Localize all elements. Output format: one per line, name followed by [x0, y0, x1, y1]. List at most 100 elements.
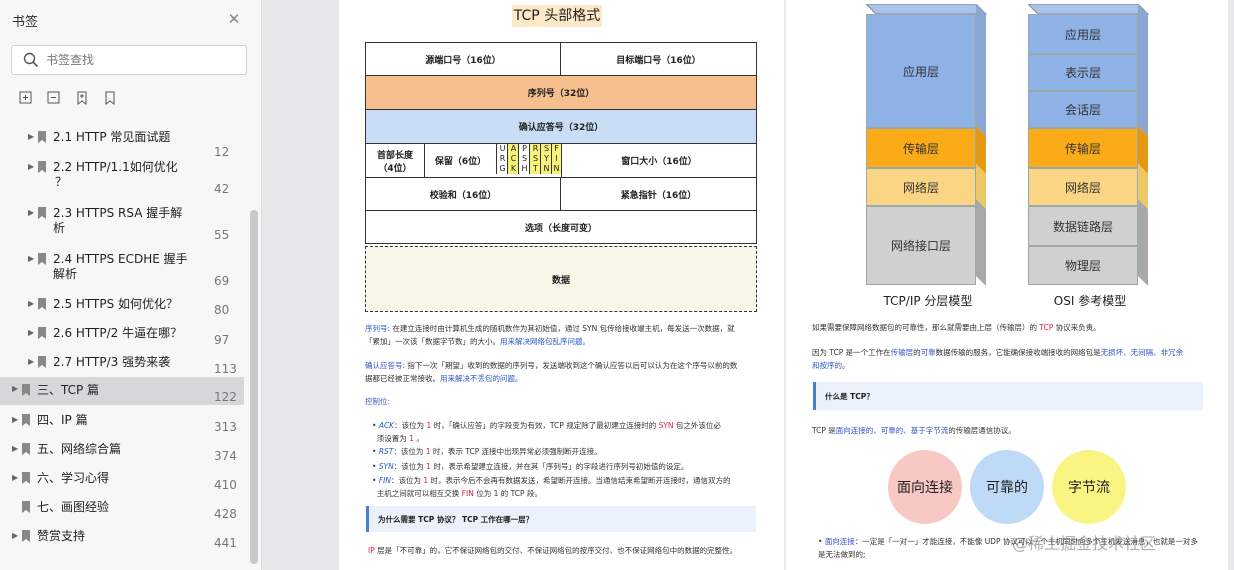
- toc-item[interactable]: ▶ 2.2 HTTP/1.1如何优化 ？ 42: [0, 160, 250, 200]
- expand-arrow-icon[interactable]: ▶: [12, 385, 20, 393]
- bookmark-icon: [22, 472, 30, 484]
- page2-paragraph-2: 因为 TCP 是一个工作在传输层的可靠数据传输的服务，它能确保接收端接收的网络包…: [812, 348, 1184, 370]
- control-bits-heading: 控制位:: [365, 397, 391, 406]
- expand-arrow-icon[interactable]: ▶: [28, 255, 36, 263]
- osi-layer-network: 网络层: [1028, 168, 1138, 206]
- window-field: 窗口大小（16位）: [561, 143, 757, 178]
- expand-arrow-icon[interactable]: ▶: [28, 163, 36, 171]
- bookmark-icon: [22, 530, 30, 542]
- toc-page-number: 69: [214, 274, 230, 288]
- osi-caption: OSI 参考模型: [1053, 294, 1127, 308]
- expand-arrow-icon[interactable]: ▶: [28, 329, 36, 337]
- toc-label: 2.4 HTTPS ECDHE 握手: [53, 252, 188, 266]
- toc-item[interactable]: ▶ 五、网络综合篇 374: [0, 442, 250, 467]
- src-port-field: 源端口号（16位）: [365, 42, 561, 76]
- tcpip-caption: TCP/IP 分层模型: [883, 294, 973, 308]
- toc-page-number: 313: [214, 420, 237, 434]
- data-field: 数据: [365, 246, 757, 312]
- osi-layer-session: 会话层: [1028, 91, 1138, 128]
- bookmark-icon: [38, 298, 46, 310]
- pdf-reader: 书签 ✕ ▶: [0, 0, 1234, 570]
- bookmark-icon: [22, 414, 30, 426]
- toc-label-cont: ？: [55, 175, 68, 189]
- toc-page-number: 42: [214, 182, 230, 196]
- toc-page-number: 374: [214, 449, 237, 463]
- toc-page-number: 55: [214, 228, 230, 242]
- toc-label: 2.1 HTTP 常见面试题: [53, 130, 171, 144]
- collapse-all-icon[interactable]: [46, 90, 62, 106]
- expand-arrow-icon[interactable]: ▶: [28, 133, 36, 141]
- toc-label: 七、画图经验: [37, 500, 110, 514]
- bullet-fin: • FIN：该位为 1 时，表示今后不会再有数据发送，希望断开连接。当通信结束希…: [372, 476, 731, 498]
- ack-field: 确认应答号（32位）: [365, 109, 757, 144]
- options-field: 选项（长度可变）: [365, 210, 757, 244]
- toc-item[interactable]: ▶ 2.4 HTTPS ECDHE 握手 解析 69: [0, 252, 250, 292]
- bookmark-icon: [38, 207, 46, 219]
- tcpip-layer-network: 网络层: [866, 168, 976, 206]
- bookmark-icon: [22, 501, 30, 513]
- toc-label: 2.3 HTTPS RSA 握手解: [53, 206, 183, 220]
- ip-description: IP 层是「不可靠」的，它不保证网络包的交付、不保证网络包的按序交付、也不保证网…: [368, 546, 738, 555]
- bookmark-icon: [38, 253, 46, 265]
- page2-paragraph-3: TCP 是面向连接的、可靠的、基于字节流的传输层通信协议。: [812, 426, 1016, 435]
- expand-arrow-icon[interactable]: ▶: [12, 416, 20, 424]
- toc-page-number: 122: [214, 390, 237, 404]
- osi-layer-physical: 物理层: [1028, 246, 1138, 285]
- toc-page-number: 428: [214, 507, 237, 521]
- add-bookmark-icon[interactable]: [74, 90, 90, 106]
- bookmark-toolbar: [18, 90, 118, 106]
- expand-arrow-icon[interactable]: ▶: [28, 300, 36, 308]
- close-icon[interactable]: ✕: [227, 12, 241, 27]
- toc-label-cont: 解析: [53, 267, 78, 281]
- bookmark-icon[interactable]: [102, 90, 118, 106]
- bookmark-sidebar: 书签 ✕ ▶: [0, 0, 262, 570]
- expand-arrow-icon[interactable]: ▶: [28, 209, 36, 217]
- callout-why-tcp: 为什么需要 TCP 协议？ TCP 工作在哪一层？: [366, 506, 756, 532]
- toc-page-number: 12: [214, 145, 230, 159]
- toc-item-selected[interactable]: ▶ 三、TCP 篇 122: [0, 377, 244, 405]
- bookmark-search-input[interactable]: [46, 50, 236, 70]
- toc-label: 2.7 HTTP/3 强势来袭: [53, 355, 171, 369]
- bookmark-icon: [22, 443, 30, 455]
- tcpip-layer-link: 网络接口层: [866, 206, 976, 285]
- toc-item[interactable]: 七、画图经验 428: [0, 500, 250, 525]
- toc-item[interactable]: ▶ 六、学习心得 410: [0, 471, 250, 496]
- urgent-field: 紧急指针（16位）: [560, 177, 757, 211]
- hdr-len-label: 首部长度: [376, 150, 413, 161]
- toc-page-number: 410: [214, 478, 237, 492]
- reserved-field: 保留（6位）: [424, 143, 497, 178]
- toc-item[interactable]: ▶ 赞赏支持 441: [0, 529, 250, 554]
- toc-item[interactable]: ▶ 2.5 HTTPS 如何优化？ 80: [0, 297, 250, 322]
- toc-item[interactable]: ▶ 2.1 HTTP 常见面试题 12: [0, 130, 250, 159]
- toc-item[interactable]: ▶ 2.6 HTTP/2 牛逼在哪？ 97: [0, 326, 250, 351]
- expand-all-icon[interactable]: [18, 90, 34, 106]
- toc-label-cont: 析: [53, 221, 66, 235]
- toc-label: 赞赏支持: [37, 529, 86, 543]
- toc-label: 2.6 HTTP/2 牛逼在哪？: [53, 326, 183, 340]
- toc-page-number: 97: [214, 333, 230, 347]
- expand-arrow-icon[interactable]: ▶: [12, 445, 20, 453]
- page2-paragraph-1: 如果需要保障网络数据包的可靠性，那么就需要由上层（传输层）的 TCP 协议来负责…: [812, 323, 1101, 332]
- sidebar-scrollbar[interactable]: [250, 210, 258, 564]
- toc-page-number: 441: [214, 536, 237, 550]
- osi-layer-presentation: 表示层: [1028, 54, 1138, 91]
- expand-arrow-icon[interactable]: ▶: [12, 474, 20, 482]
- bookmark-search[interactable]: [11, 45, 247, 75]
- toc-label: 五、网络综合篇: [37, 442, 122, 456]
- tcpip-layer-application: 应用层: [866, 14, 976, 128]
- toc-page-number: 80: [214, 303, 230, 317]
- bookmark-icon: [38, 356, 46, 368]
- toc-item[interactable]: ▶ 2.3 HTTPS RSA 握手解 析 55: [0, 206, 250, 246]
- tcpip-layer-transport: 传输层: [866, 128, 976, 168]
- seq-description: 序列号: 在建立连接时由计算机生成的随机数作为其初始值，通过 SYN 包传给接收…: [365, 324, 735, 346]
- bookmark-icon: [38, 131, 46, 143]
- bookmark-list: ▶ 2.1 HTTP 常见面试题 12 ▶ 2.2 HTTP/1.1如何优化 ？…: [0, 122, 250, 570]
- toc-item[interactable]: ▶ 四、IP 篇 313: [0, 413, 250, 438]
- expand-arrow-icon[interactable]: ▶: [12, 532, 20, 540]
- hdr-len-bits: （4位）: [378, 163, 412, 174]
- watermark: @稀土掘金技术社区: [1012, 534, 1157, 553]
- figure-title: TCP 头部格式: [512, 5, 602, 27]
- toc-label: 2.5 HTTPS 如何优化？: [53, 297, 179, 311]
- expand-arrow-icon[interactable]: ▶: [28, 358, 36, 366]
- osi-layer-datalink: 数据链路层: [1028, 206, 1138, 246]
